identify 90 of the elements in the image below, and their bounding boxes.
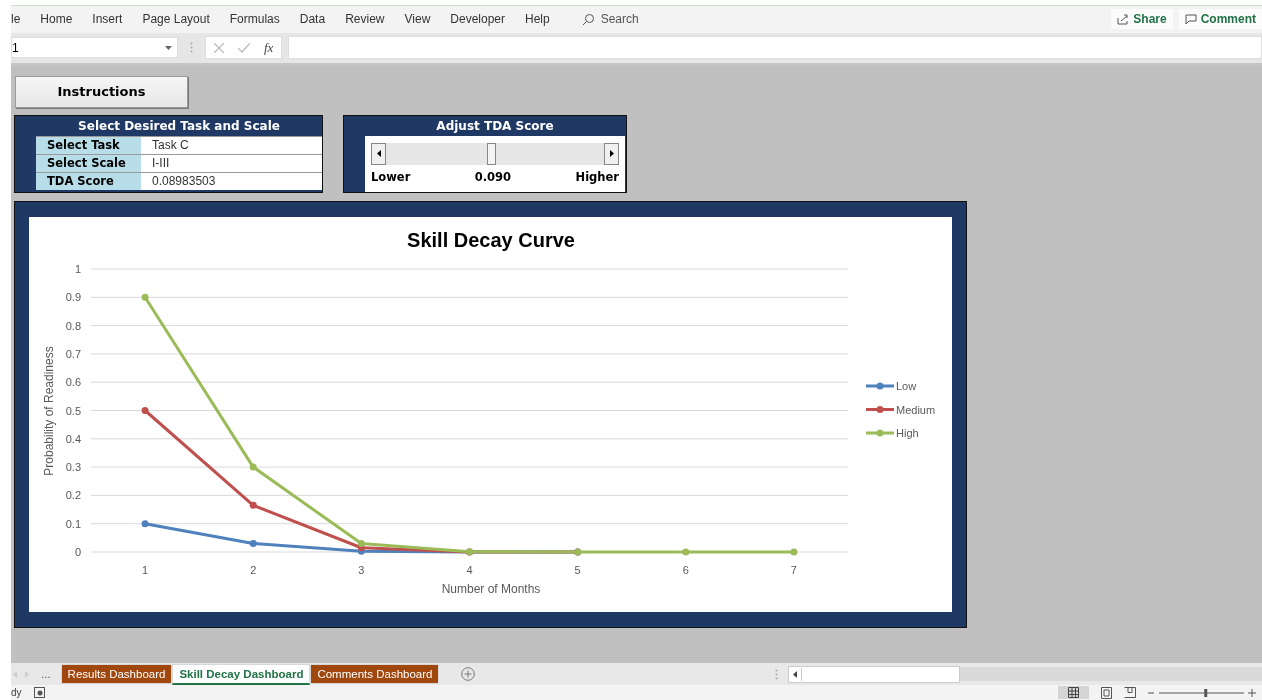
search-field[interactable]: Search — [577, 10, 643, 29]
data-point — [249, 539, 257, 547]
ribbon-tab[interactable]: Help — [515, 12, 560, 27]
macro-record-icon[interactable] — [33, 687, 45, 699]
ribbon-tab[interactable]: Formulas — [219, 12, 290, 27]
ribbon-tab[interactable]: Review — [335, 12, 395, 27]
comment-icon — [1184, 13, 1197, 25]
scroll-track[interactable] — [371, 142, 619, 165]
x-tick-label: 6 — [682, 563, 689, 576]
zoom-slider[interactable] — [1148, 687, 1258, 698]
ribbon-tab[interactable]: Data — [289, 12, 336, 27]
y-tick-label: 0.6 — [65, 375, 81, 388]
check-icon[interactable] — [238, 42, 250, 53]
data-point — [249, 463, 257, 471]
data-point — [682, 548, 690, 556]
high-label: Higher — [575, 169, 619, 184]
legend-marker — [866, 405, 894, 413]
data-point — [790, 548, 798, 556]
data-point — [466, 547, 473, 555]
sheet-tab[interactable]: Results Dashboard — [60, 664, 173, 685]
y-tick-label: 0.5 — [65, 404, 81, 417]
x-tick-label: 3 — [358, 563, 365, 576]
row-label: Select Task — [36, 136, 141, 154]
ribbon-tab[interactable]: Insert — [82, 12, 133, 27]
right-arrow-icon — [609, 150, 614, 158]
zoom-thumb[interactable] — [1204, 688, 1208, 697]
legend-marker — [866, 429, 894, 437]
ribbon-tab[interactable]: Page Layout — [132, 12, 220, 27]
chart-title: Skill Decay Curve — [407, 228, 575, 251]
y-axis-title: Probability of Readiness — [42, 346, 56, 476]
share-icon — [1117, 13, 1130, 25]
x-tick-label: 4 — [466, 563, 473, 576]
scroll-left-icon[interactable] — [793, 670, 798, 678]
row-label: TDA Score — [36, 172, 141, 190]
data-point — [141, 293, 149, 301]
search-icon — [581, 12, 595, 26]
ribbon-tab[interactable]: Developer — [440, 12, 515, 27]
status-text: dy — [11, 687, 22, 699]
name-box[interactable]: 1 — [11, 37, 178, 59]
y-tick-label: 0.1 — [65, 517, 81, 530]
page-view-icon[interactable] — [1101, 686, 1112, 699]
y-tick-label: 0.3 — [65, 460, 81, 473]
y-tick-label: 0.4 — [65, 432, 81, 445]
more-sheets-button[interactable]: ... — [41, 668, 51, 681]
ribbon-tab[interactable]: Home — [30, 12, 83, 27]
left-arrow-button[interactable] — [371, 142, 386, 165]
x-axis-title: Number of Months — [441, 581, 541, 596]
panel-title: Select Desired Task and Scale — [77, 117, 281, 135]
right-arrow-button[interactable] — [604, 142, 619, 165]
y-tick-label: 0.7 — [65, 347, 81, 360]
legend-label: Low — [896, 379, 917, 392]
page-break-view-icon[interactable] — [1124, 687, 1136, 699]
ribbon-tab[interactable]: View — [394, 12, 441, 27]
y-tick-label: 1 — [74, 262, 81, 275]
data-point — [249, 501, 257, 509]
x-tick-label: 2 — [250, 563, 257, 576]
row-label: Select Scale — [36, 154, 141, 172]
y-tick-label: 0.8 — [65, 319, 81, 332]
sheet-tab[interactable]: Comments Dashboard — [310, 664, 440, 685]
add-sheet-icon[interactable] — [461, 667, 476, 682]
y-tick-label: 0 — [74, 545, 81, 558]
value-cell[interactable]: Task C — [141, 136, 322, 154]
legend-marker — [866, 382, 894, 390]
data-point — [141, 406, 149, 414]
value-cell[interactable]: I-III — [141, 154, 322, 172]
low-label: Lower — [371, 169, 411, 184]
grid-view-icon[interactable] — [1068, 687, 1079, 699]
x-tick-label: 5 — [574, 563, 581, 576]
ribbon-tab[interactable]: le — [11, 12, 31, 27]
legend-label: Medium — [896, 403, 936, 416]
comment-button[interactable]: Comment — [1178, 9, 1262, 30]
slider-thumb[interactable] — [487, 142, 496, 165]
horizontal-scrollbar[interactable] — [788, 665, 961, 683]
instructions-button[interactable]: Instructions — [15, 75, 188, 108]
y-tick-label: 0.2 — [65, 489, 81, 502]
insert-function-button[interactable]: fx — [264, 39, 274, 56]
x-tick-label: 1 — [142, 563, 149, 576]
dropdown-icon[interactable] — [165, 45, 172, 50]
cancel-icon[interactable] — [214, 42, 224, 53]
value-cell[interactable]: 0.08983503 — [141, 172, 322, 190]
data-point — [141, 519, 149, 527]
sheet-tab[interactable]: Skill Decay Dashboard — [172, 663, 311, 685]
panel-title: Adjust TDA Score — [435, 117, 555, 135]
share-button[interactable]: Share — [1111, 9, 1173, 30]
legend-label: High — [896, 426, 919, 439]
score-reading: 0.090 — [474, 169, 512, 184]
left-arrow-icon — [376, 150, 381, 158]
y-tick-label: 0.9 — [65, 291, 81, 304]
formula-input[interactable] — [288, 36, 1262, 60]
x-tick-label: 7 — [790, 563, 797, 576]
